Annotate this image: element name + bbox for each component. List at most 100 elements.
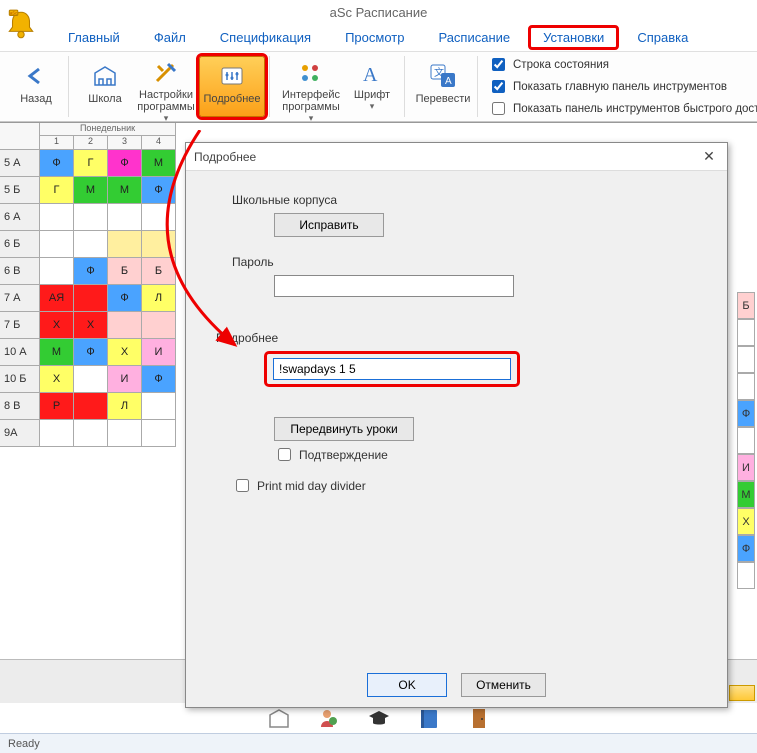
timetable-cell[interactable] bbox=[108, 420, 142, 447]
command-highlight bbox=[264, 351, 520, 387]
ribbon-interface-button[interactable]: Интерфейс программы▾ bbox=[278, 56, 344, 117]
timetable-cell[interactable]: Ф bbox=[142, 366, 176, 393]
timetable-cell[interactable] bbox=[40, 420, 74, 447]
ribbon-font-button[interactable]: A Шрифт▾ bbox=[344, 56, 400, 117]
timetable-cell[interactable] bbox=[108, 204, 142, 231]
timetable-cell[interactable]: Б bbox=[737, 292, 755, 319]
password-input[interactable] bbox=[274, 275, 514, 297]
menu-schedule[interactable]: Расписание bbox=[422, 24, 526, 51]
menu-spec[interactable]: Спецификация bbox=[204, 24, 327, 51]
app-logo-bell-icon[interactable]: aSc bbox=[4, 8, 44, 48]
timetable-cell[interactable]: Ф bbox=[74, 258, 108, 285]
ok-button[interactable]: OK bbox=[367, 673, 447, 697]
ribbon-back-button[interactable]: Назад bbox=[8, 56, 64, 117]
graduation-cap-icon[interactable] bbox=[368, 707, 390, 729]
dialog-titlebar: Подробнее ✕ bbox=[186, 143, 727, 171]
timetable-cell[interactable]: М bbox=[74, 177, 108, 204]
person-icon[interactable] bbox=[318, 707, 340, 729]
door-icon[interactable] bbox=[468, 707, 490, 729]
timetable-cell[interactable]: Л bbox=[142, 285, 176, 312]
dialog-close-button[interactable]: ✕ bbox=[699, 147, 719, 167]
timetable-cell[interactable]: И bbox=[108, 366, 142, 393]
timetable-cell[interactable]: Х bbox=[40, 366, 74, 393]
timetable-cell[interactable] bbox=[737, 373, 755, 400]
row-label: 8 В bbox=[0, 393, 40, 420]
timetable-cell[interactable]: Г bbox=[40, 177, 74, 204]
book-icon[interactable] bbox=[418, 707, 440, 729]
app-title: aSc Расписание bbox=[0, 5, 757, 20]
timetable-cell[interactable] bbox=[737, 427, 755, 454]
timetable-cell[interactable] bbox=[74, 285, 108, 312]
menu-main[interactable]: Главный bbox=[52, 24, 136, 51]
timetable-cell[interactable]: Ф bbox=[40, 150, 74, 177]
row-label: 9А bbox=[0, 420, 40, 447]
font-icon: A bbox=[357, 61, 387, 87]
menu-settings[interactable]: Установки bbox=[528, 25, 619, 50]
timetable-cell[interactable] bbox=[142, 204, 176, 231]
timetable-cell[interactable]: Х bbox=[737, 508, 755, 535]
command-input[interactable] bbox=[273, 358, 511, 380]
timetable-cell[interactable]: Х bbox=[74, 312, 108, 339]
timetable-cell[interactable] bbox=[74, 393, 108, 420]
check-quick-toolbar[interactable]: Показать панель инструментов быстрого до… bbox=[488, 99, 757, 118]
timetable-cell[interactable] bbox=[40, 258, 74, 285]
timetable-cell[interactable] bbox=[74, 366, 108, 393]
timetable-cell[interactable] bbox=[142, 312, 176, 339]
bottom-tab[interactable] bbox=[729, 685, 755, 701]
timetable-cell[interactable]: Ф bbox=[108, 285, 142, 312]
ribbon-program-settings-button[interactable]: Настройки программы▾ bbox=[133, 56, 199, 117]
timetable-cell[interactable]: И bbox=[142, 339, 176, 366]
timetable-cell[interactable]: М bbox=[737, 481, 755, 508]
timetable-cell[interactable]: Х bbox=[40, 312, 74, 339]
menu-help[interactable]: Справка bbox=[621, 24, 704, 51]
timetable-cell[interactable]: Г bbox=[74, 150, 108, 177]
title-bar: aSc Расписание bbox=[0, 0, 757, 24]
check-statusbar[interactable]: Строка состояния bbox=[488, 55, 757, 74]
print-divider-checkbox[interactable] bbox=[236, 479, 249, 492]
timetable-cell[interactable] bbox=[108, 312, 142, 339]
timetable-cell[interactable] bbox=[40, 231, 74, 258]
timetable-cell[interactable]: М bbox=[40, 339, 74, 366]
timetable-cell[interactable] bbox=[737, 346, 755, 373]
timetable-cell[interactable]: Х bbox=[108, 339, 142, 366]
row-label: 6 А bbox=[0, 204, 40, 231]
menu-file[interactable]: Файл bbox=[138, 24, 202, 51]
row-label: 7 А bbox=[0, 285, 40, 312]
menu-view[interactable]: Просмотр bbox=[329, 24, 420, 51]
timetable-cell[interactable]: Ф bbox=[108, 150, 142, 177]
timetable-cell[interactable] bbox=[737, 319, 755, 346]
timetable-cell[interactable] bbox=[142, 420, 176, 447]
timetable-cell[interactable]: М bbox=[142, 150, 176, 177]
timetable-cell[interactable]: Б bbox=[142, 258, 176, 285]
timetable-cell[interactable]: АЯ bbox=[40, 285, 74, 312]
timetable-cell[interactable]: И bbox=[737, 454, 755, 481]
check-main-toolbar[interactable]: Показать главную панель инструментов bbox=[488, 77, 757, 96]
label-buildings: Школьные корпуса bbox=[232, 193, 709, 207]
timetable-cell[interactable]: Ф bbox=[737, 400, 755, 427]
move-lessons-button[interactable]: Передвинуть уроки bbox=[274, 417, 414, 441]
arrow-left-icon bbox=[21, 61, 51, 91]
timetable-cell[interactable] bbox=[142, 231, 176, 258]
building-icon[interactable] bbox=[268, 707, 290, 729]
ribbon-translate-button[interactable]: 文A Перевести bbox=[413, 56, 473, 117]
cancel-button[interactable]: Отменить bbox=[461, 673, 546, 697]
confirm-checkbox[interactable] bbox=[278, 448, 291, 461]
timetable-cell[interactable]: Ф bbox=[142, 177, 176, 204]
timetable-cell[interactable] bbox=[108, 231, 142, 258]
timetable-cell[interactable]: Б bbox=[108, 258, 142, 285]
timetable-cell[interactable]: Р bbox=[40, 393, 74, 420]
timetable-cell[interactable]: М bbox=[108, 177, 142, 204]
timetable-cell[interactable]: Ф bbox=[737, 535, 755, 562]
timetable-cell[interactable]: Ф bbox=[74, 339, 108, 366]
ribbon-school-button[interactable]: Школа bbox=[77, 56, 133, 117]
fix-button[interactable]: Исправить bbox=[274, 213, 384, 237]
timetable-cell[interactable] bbox=[74, 231, 108, 258]
timetable-cell[interactable] bbox=[74, 204, 108, 231]
timetable-cell[interactable] bbox=[737, 562, 755, 589]
timetable-cell[interactable] bbox=[142, 393, 176, 420]
timetable-cell[interactable]: Л bbox=[108, 393, 142, 420]
ribbon-more-button[interactable]: Подробнее bbox=[199, 56, 265, 117]
timetable-cell[interactable] bbox=[40, 204, 74, 231]
label-more: Подробнее bbox=[216, 331, 709, 345]
timetable-cell[interactable] bbox=[74, 420, 108, 447]
